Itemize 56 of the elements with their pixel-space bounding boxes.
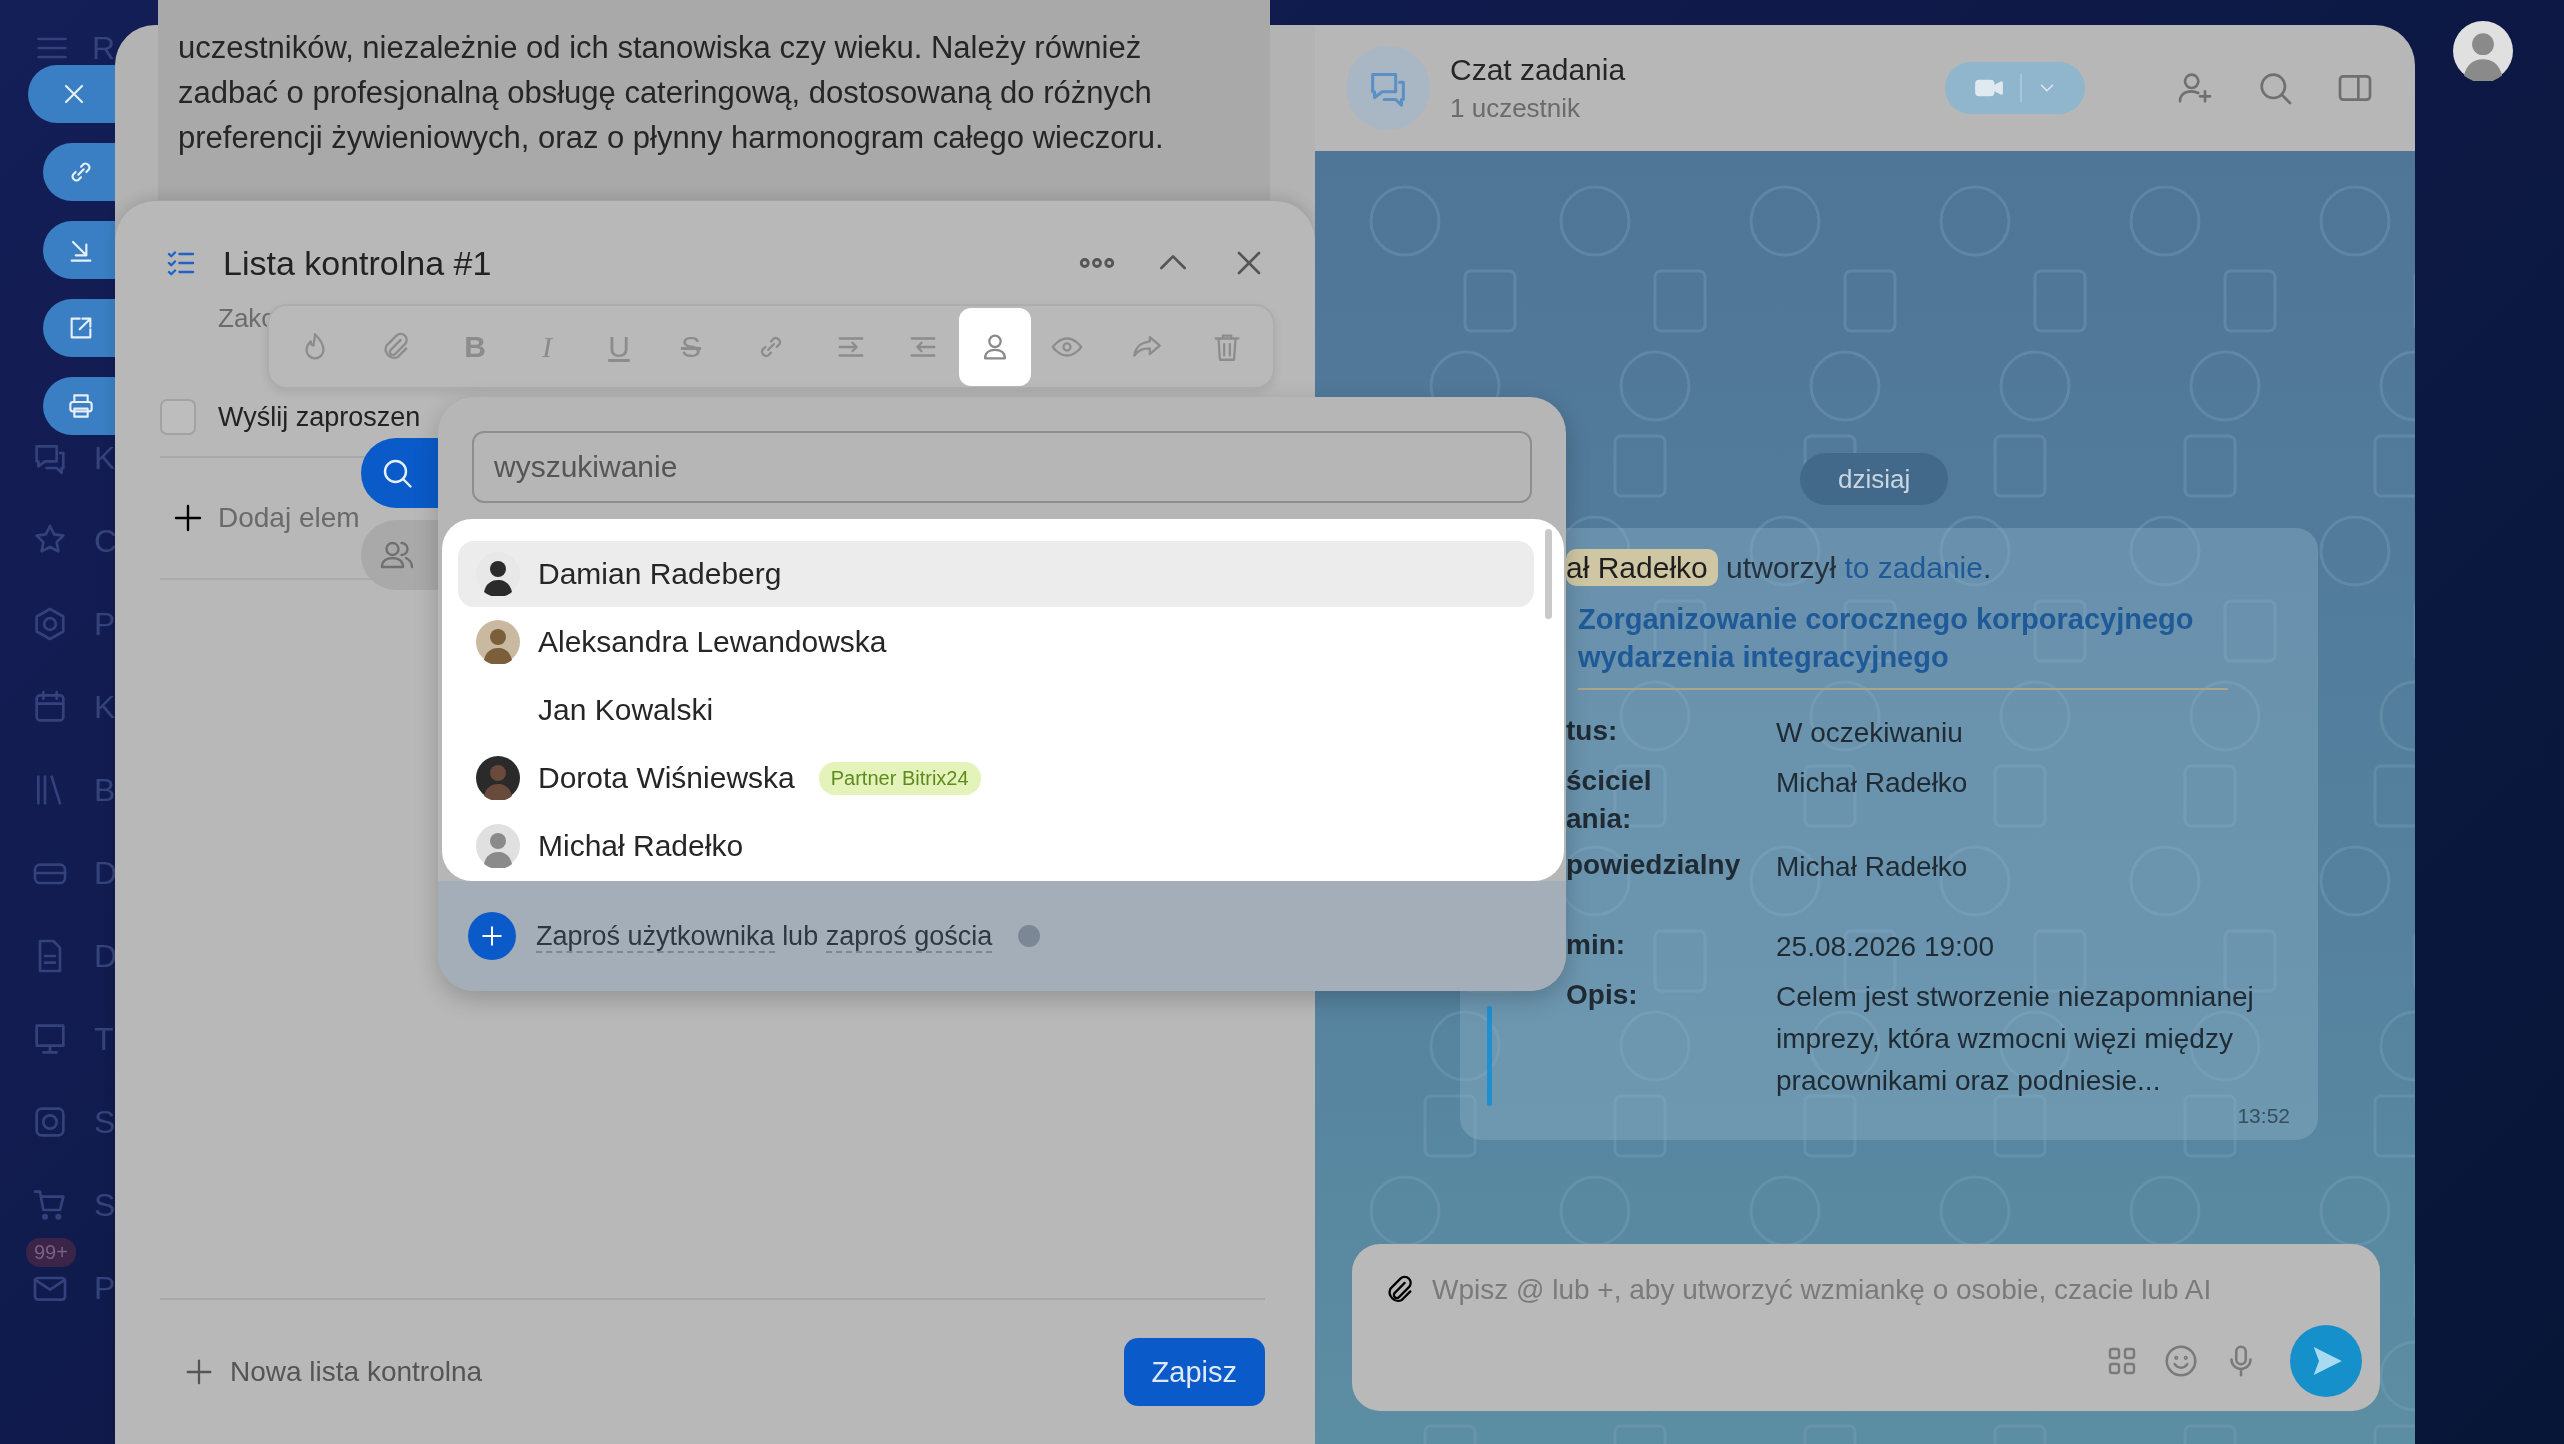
message-text: ał Radełko utworzył to zadanie.	[1566, 548, 1993, 588]
new-checklist-button[interactable]: Nowa lista kontrolna	[160, 1355, 483, 1389]
person-name: Aleksandra Lewandowska	[538, 625, 887, 659]
invite-user-link[interactable]: Zaproś użytkownika	[536, 920, 775, 953]
field-value: Celem jest stworzenie niezapomnianej imprezy, która wzmocni więzi między pracownikami oraz podniesie...	[1776, 980, 2255, 1098]
date-separator: dzisiaj	[1800, 453, 1949, 505]
field-label: ściciel ania:	[1566, 764, 1653, 836]
avatar	[2453, 21, 2513, 81]
message-time: 13:52	[2237, 1104, 2290, 1128]
person-item[interactable]: Aleksandra Lewandowska	[458, 609, 1534, 675]
partner-badge: Partner Bitrix24	[818, 761, 981, 795]
field-value: W oczekiwaniu	[1776, 716, 1964, 750]
count-badge: 99+	[26, 1238, 76, 1267]
checklist-item: Wyślij zaproszen	[218, 401, 421, 433]
description-text: uczestników, niezależnie od ich stanowiska czy wieku. Należy również zadbać o profesjonalną obsługę cateringową, dostosowaną do różnych preferencji żywieniowych, oraz o płynny harmonogram całego wieczoru.	[178, 29, 1165, 157]
person-name: Michał Radełko	[538, 829, 744, 863]
field-label: Opis:	[1566, 978, 1639, 1012]
add-item-link[interactable]: Dodaj elem	[218, 502, 360, 534]
help-icon[interactable]	[1018, 925, 1041, 947]
field-label: tus:	[1566, 714, 1619, 748]
field-label: min:	[1566, 928, 1627, 962]
search-field[interactable]: wyszukiwanie	[472, 431, 1532, 503]
person-name: Damian Radeberg	[538, 557, 782, 591]
person-item[interactable]: Jan Kowalski	[458, 677, 1534, 743]
external-link-button[interactable]	[43, 299, 115, 357]
scrollbar[interactable]	[1545, 529, 1552, 619]
invite-text: Zaproś użytkownika lub zaproś gościa	[536, 920, 993, 952]
video-call-button[interactable]	[1945, 62, 2085, 114]
save-button[interactable]: Zapisz	[1123, 1338, 1265, 1406]
task-link[interactable]: to zadanie	[1844, 551, 1983, 584]
chat-title: Czat zadania	[1450, 52, 1627, 87]
add-button[interactable]	[468, 912, 516, 960]
invite-guest-link[interactable]: zaproś gościa	[825, 920, 993, 953]
participant-count: 1 uczestnik	[1450, 92, 1582, 124]
person-item[interactable]: Damian Radeberg	[458, 541, 1534, 607]
field-value: Michał Radełko	[1776, 766, 1969, 800]
field-value: 25.08.2026 19:00	[1776, 930, 1995, 964]
field-value: Michał Radełko	[1776, 850, 1969, 884]
download-button[interactable]	[43, 221, 115, 279]
search-button[interactable]	[361, 438, 438, 508]
person-name: Jan Kowalski	[538, 693, 714, 727]
link-button[interactable]	[43, 143, 115, 201]
person-item[interactable]: Michał Radełko	[458, 813, 1534, 879]
message-input[interactable]: Wpisz @ lub +, aby utworzyć wzmiankę o osobie, czacie lub AI	[1432, 1270, 2340, 1310]
task-title-link[interactable]: Zorganizowanie corocznego korporacyjnego wydarzenia integracyjnego	[1578, 600, 2228, 690]
person-button[interactable]	[959, 307, 1031, 386]
mention-chip[interactable]: ał Radełko	[1566, 549, 1718, 586]
more-icon	[1077, 256, 1117, 270]
printer-button[interactable]	[43, 377, 115, 435]
person-name: Dorota Wiśniewska	[538, 761, 795, 795]
checklist-title: Lista kontrolna #1	[223, 243, 493, 283]
field-label: powiedzialny	[1566, 848, 1742, 882]
person-item[interactable]: Dorota Wiśniewska Partner Bitrix24	[458, 745, 1534, 811]
people-button[interactable]	[361, 520, 438, 590]
checkbox[interactable]	[160, 399, 196, 435]
close-button[interactable]	[28, 65, 115, 123]
